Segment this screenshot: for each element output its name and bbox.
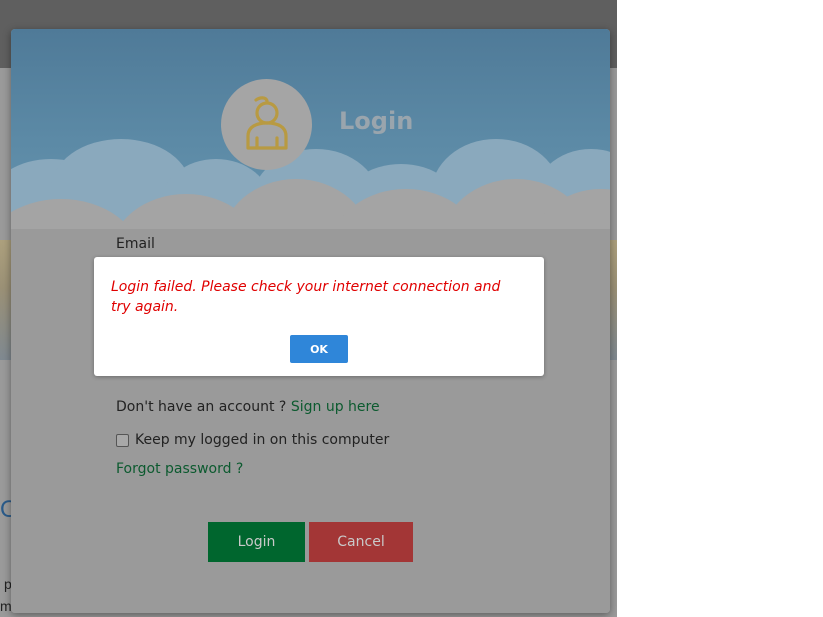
alert-message: Login failed. Please check your internet…: [111, 279, 501, 315]
keep-logged-in-checkbox[interactable]: [116, 433, 129, 447]
background-text-fragment: m: [0, 598, 12, 614]
error-alert-dialog: Login failed. Please check your internet…: [94, 257, 544, 376]
keep-logged-in-label: Keep my logged in on this computer: [135, 432, 390, 448]
cancel-button[interactable]: Cancel: [309, 522, 413, 562]
signup-prompt-text: Don't have an account ?: [116, 399, 291, 415]
ok-button[interactable]: OK: [290, 335, 348, 363]
avatar: [221, 79, 312, 170]
signup-prompt: Don't have an account ? Sign up here: [116, 399, 380, 415]
forgot-password-link[interactable]: Forgot password ?: [116, 461, 243, 477]
login-title: Login: [339, 107, 414, 135]
user-icon: [245, 95, 288, 150]
keep-logged-in-row: Keep my logged in on this computer: [116, 432, 389, 448]
login-button[interactable]: Login: [208, 522, 305, 562]
email-label: Email: [116, 236, 155, 252]
signup-link[interactable]: Sign up here: [291, 399, 380, 415]
